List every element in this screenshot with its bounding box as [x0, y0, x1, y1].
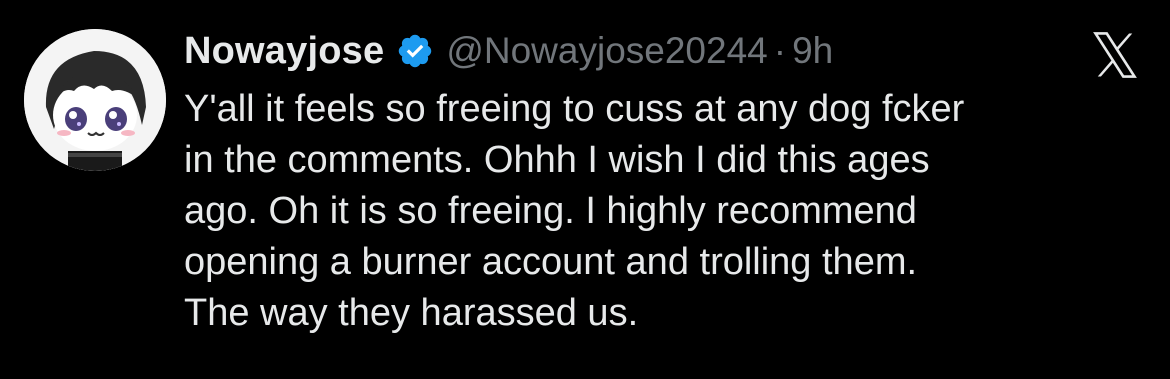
avatar-illustration: [24, 29, 166, 171]
verified-badge-icon[interactable]: [396, 32, 434, 70]
tweet-text-line: in the comments. Ohhh I wish I did this …: [184, 139, 930, 181]
tweet-text-line: Y'all it feels so freeing to cuss at any…: [184, 88, 965, 130]
timestamp[interactable]: 9h: [792, 30, 833, 72]
display-name[interactable]: Nowayjose: [184, 30, 384, 73]
tweet-text-line: ago. Oh it is so freeing. I highly recom…: [184, 190, 917, 232]
separator-dot: ·: [773, 30, 787, 71]
user-handle[interactable]: @Nowayjose20244: [446, 30, 767, 72]
tweet-card[interactable]: Nowayjose @Nowayjose20244 · 9h Y'all it …: [0, 0, 1170, 379]
tweet-header: Nowayjose @Nowayjose20244 · 9h: [184, 26, 833, 76]
tweet-text: Y'all it feels so freeing to cuss at any…: [184, 84, 1144, 339]
avatar[interactable]: [24, 29, 166, 171]
tweet-text-line: The way they harassed us.: [184, 292, 639, 334]
tweet-text-line: opening a burner account and trolling th…: [184, 241, 918, 283]
x-logo-icon[interactable]: [1089, 32, 1141, 78]
